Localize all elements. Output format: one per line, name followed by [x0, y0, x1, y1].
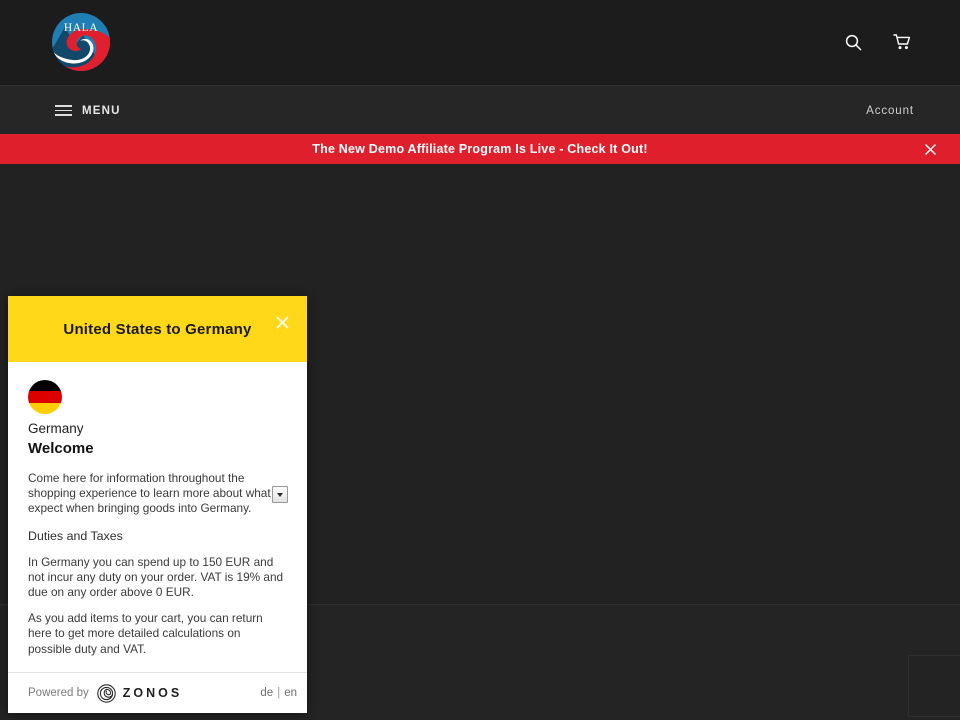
zonos-welcome-popup: United States to Germany Germany Welcome…	[8, 296, 307, 713]
zonos-popup-body: Germany Welcome Come here for informatio…	[8, 362, 307, 672]
germany-flag-icon	[28, 380, 62, 414]
recaptcha-widget[interactable]	[908, 655, 960, 717]
header-actions	[841, 30, 914, 54]
site-top-bar: HALA	[0, 0, 960, 85]
page-root: HALA MENU Account The New Demo Affiliate…	[0, 0, 960, 720]
chevron-down-icon	[277, 492, 283, 497]
welcome-heading: Welcome	[28, 440, 94, 457]
cart-paragraph: As you add items to your cart, you can r…	[28, 611, 263, 656]
language-separator: |	[277, 687, 281, 699]
country-name: Germany	[28, 421, 84, 436]
account-link[interactable]: Account	[866, 86, 914, 135]
zonos-popup-footer: Powered by ZONOS de | en	[8, 672, 307, 713]
site-logo[interactable]: HALA	[51, 11, 111, 73]
cart-icon[interactable]	[890, 30, 914, 54]
announcement-text: The New Demo Affiliate Program Is Live -…	[312, 142, 648, 156]
hala-logo-icon: HALA	[52, 13, 110, 71]
language-toggle: de | en	[260, 687, 297, 699]
intro-paragraph: Come here for information throughout the…	[28, 471, 284, 516]
announcement-close-icon[interactable]	[922, 141, 938, 157]
site-menu-bar: MENU Account	[0, 85, 960, 134]
zonos-popup-title: United States to Germany	[63, 320, 252, 338]
zonos-popup-header: United States to Germany	[8, 296, 307, 362]
duties-and-taxes-heading: Duties and Taxes	[28, 528, 123, 543]
close-icon[interactable]	[273, 313, 291, 331]
search-icon[interactable]	[841, 30, 865, 54]
announcement-banner: The New Demo Affiliate Program Is Live -…	[0, 134, 960, 164]
language-de[interactable]: de	[260, 687, 273, 699]
logo-wordmark: HALA	[64, 22, 98, 34]
language-en[interactable]: en	[284, 687, 297, 699]
country-select-dropdown[interactable]	[272, 486, 288, 503]
zonos-wordmark: ZONOS	[122, 686, 183, 700]
menu-toggle-button[interactable]: MENU	[55, 86, 121, 135]
zonos-spiral-icon	[96, 683, 116, 703]
zonos-brand: ZONOS	[96, 683, 183, 703]
duties-paragraph: In Germany you can spend up to 150 EUR a…	[28, 554, 284, 600]
powered-by-label: Powered by	[28, 687, 89, 699]
hamburger-icon	[55, 105, 72, 116]
menu-label: MENU	[82, 104, 121, 117]
